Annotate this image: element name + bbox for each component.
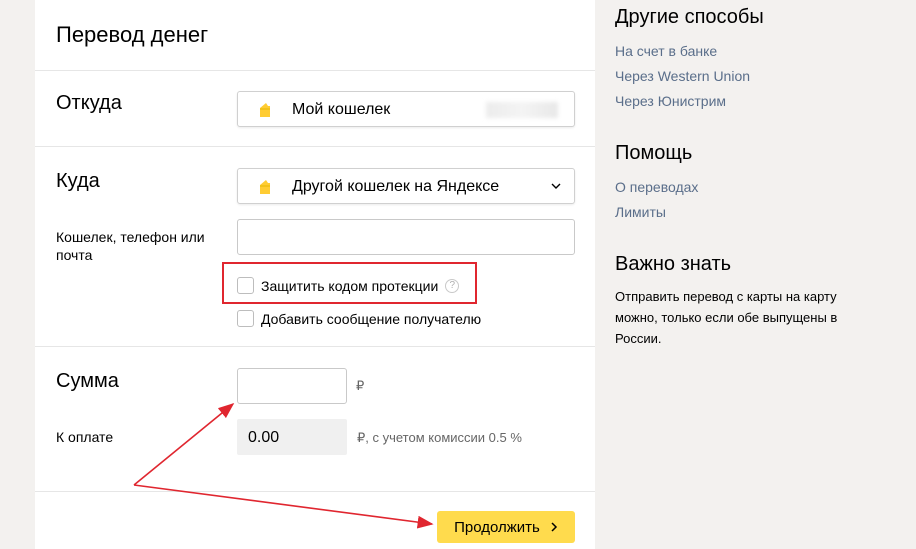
- highlight-box: [222, 262, 477, 304]
- link-limits[interactable]: Лимиты: [615, 200, 905, 225]
- help-title: Помощь: [615, 142, 693, 164]
- amount-input[interactable]: [237, 368, 347, 404]
- divider: [35, 346, 595, 347]
- continue-button[interactable]: Продолжить: [437, 511, 575, 543]
- help-section: Помощь О переводах Лимиты: [615, 142, 905, 225]
- from-label: Откуда: [56, 92, 122, 114]
- divider: [35, 491, 595, 492]
- add-message-option[interactable]: Добавить сообщение получателю: [237, 310, 481, 327]
- divider: [35, 70, 595, 71]
- recipient-label: Кошелек, телефон или почта: [56, 229, 205, 263]
- wallet-number-blurred: [486, 102, 558, 118]
- pay-label: К оплате: [56, 429, 114, 445]
- link-unistream[interactable]: Через Юнистрим: [615, 89, 905, 114]
- link-western-union[interactable]: Через Western Union: [615, 64, 905, 89]
- page-title: Перевод денег: [56, 22, 209, 47]
- important-text: Отправить перевод с карты на карту можно…: [615, 289, 838, 346]
- message-label: Добавить сообщение получателю: [261, 310, 482, 327]
- continue-label: Продолжить: [454, 518, 540, 536]
- amount-label: Сумма: [56, 370, 119, 392]
- from-wallet-select[interactable]: Мой кошелек: [237, 91, 575, 127]
- message-checkbox[interactable]: [237, 310, 254, 327]
- wallet-icon: [260, 103, 270, 117]
- link-about-transfers[interactable]: О переводах: [615, 175, 905, 200]
- recipient-input[interactable]: [237, 219, 575, 255]
- wallet-icon: [260, 180, 270, 194]
- chevron-right-icon: [551, 522, 557, 532]
- chevron-down-icon: [551, 183, 561, 189]
- to-wallet-select[interactable]: Другой кошелек на Яндексе: [237, 168, 575, 204]
- to-wallet-label: Другой кошелек на Яндексе: [292, 178, 500, 195]
- commission-note: ₽, с учетом комиссии 0.5 %: [357, 430, 522, 445]
- important-section: Важно знать Отправить перевод с карты на…: [615, 253, 870, 349]
- other-methods-section: Другие способы На счет в банке Через Wes…: [615, 6, 905, 114]
- important-title: Важно знать: [615, 253, 732, 275]
- from-wallet-label: Мой кошелек: [292, 101, 391, 118]
- divider: [35, 146, 595, 147]
- to-label: Куда: [56, 170, 100, 192]
- transfer-form-card: Перевод денег Откуда Мой кошелек Куда Др…: [35, 0, 595, 549]
- link-bank-account[interactable]: На счет в банке: [615, 39, 905, 64]
- currency-sign: ₽: [356, 378, 365, 393]
- other-methods-title: Другие способы: [615, 6, 764, 28]
- pay-total: 0.00: [237, 419, 347, 455]
